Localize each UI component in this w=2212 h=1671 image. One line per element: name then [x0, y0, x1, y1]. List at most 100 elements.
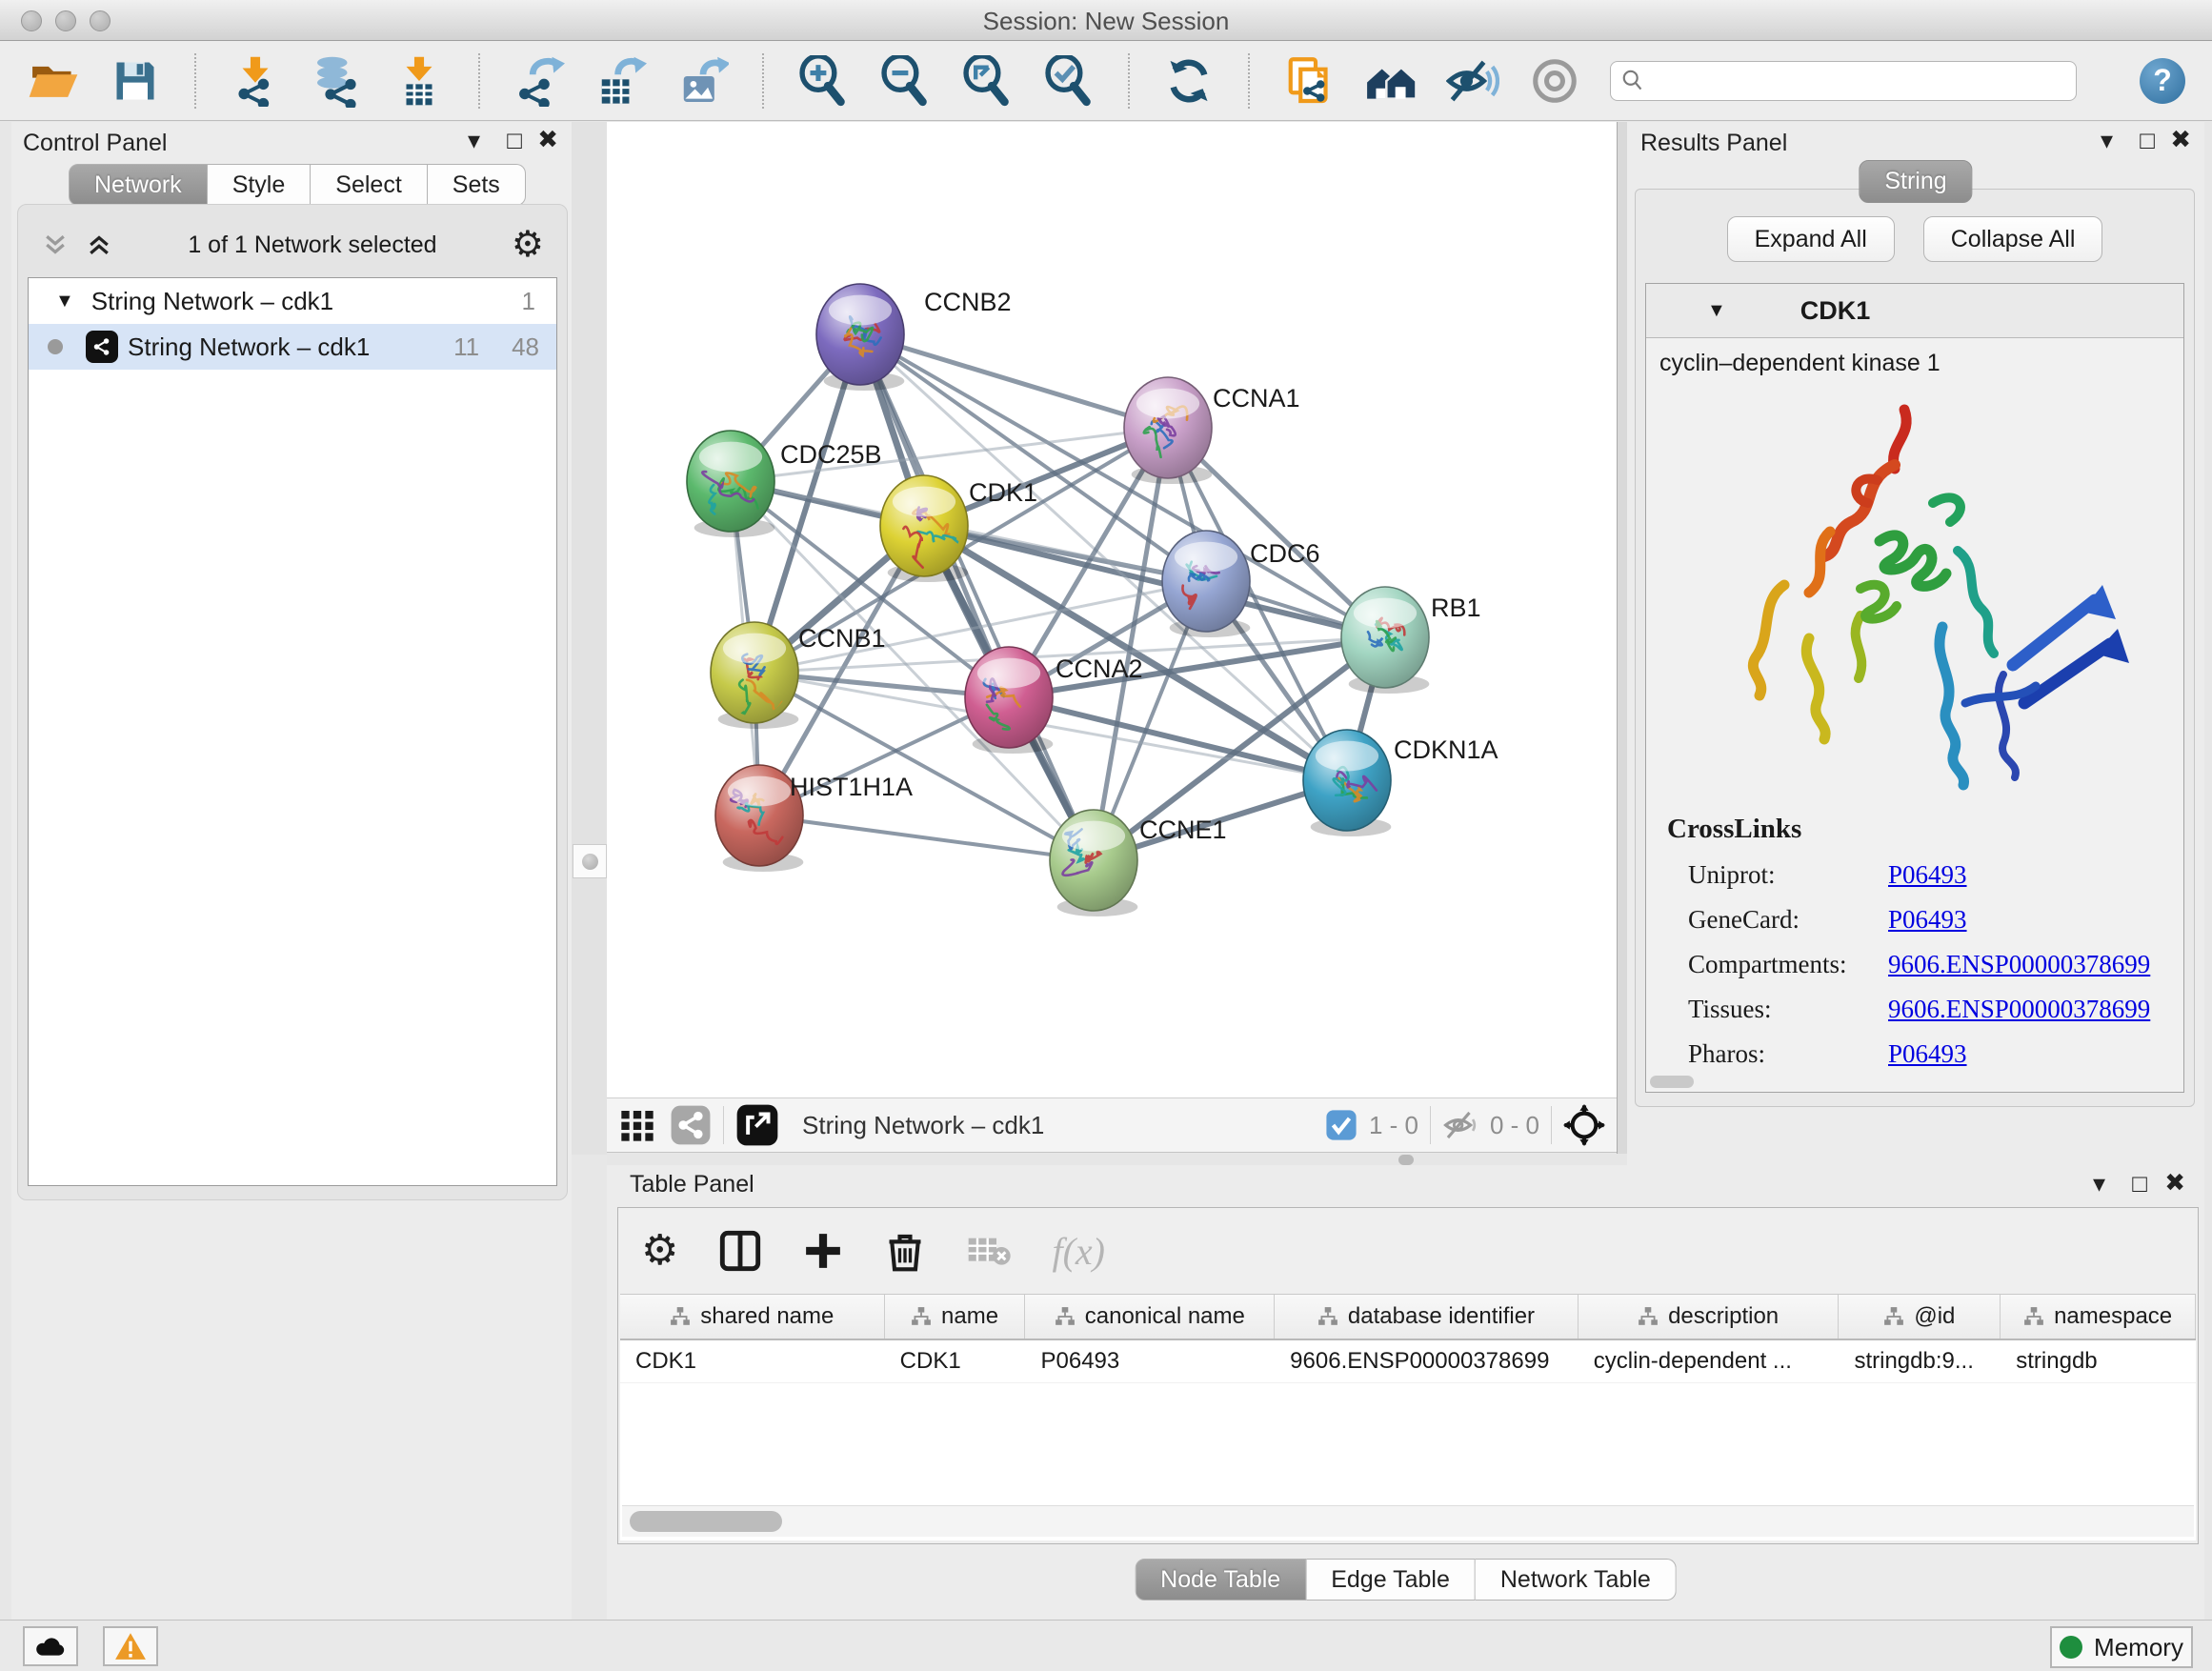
table-cell[interactable]: CDK1: [620, 1340, 885, 1382]
column-header-namespace[interactable]: namespace: [2001, 1295, 2196, 1339]
tab-network-table[interactable]: Network Table: [1476, 1559, 1677, 1601]
tab-edge-table[interactable]: Edge Table: [1306, 1559, 1476, 1601]
warning-status-button[interactable]: [103, 1626, 158, 1666]
crosslink-value-link[interactable]: P06493: [1888, 860, 1967, 890]
clone-network-button[interactable]: [1282, 54, 1336, 108]
node-CCNB1[interactable]: [711, 622, 798, 729]
node-CCNA2[interactable]: [965, 647, 1053, 754]
expand-all-button[interactable]: Expand All: [1727, 216, 1895, 262]
column-type-icon: [670, 1306, 691, 1327]
delete-column-trash-icon[interactable]: [884, 1230, 926, 1272]
edge-CCNB2-CCNA1[interactable]: [860, 334, 1168, 428]
control-panel-close-icon[interactable]: ✖: [537, 127, 558, 151]
table-panel-menu-icon[interactable]: ▾: [2093, 1171, 2105, 1196]
results-scrollbar-thumb[interactable]: [1650, 1076, 1694, 1088]
table-cell[interactable]: cyclin-dependent ...: [1579, 1340, 1840, 1382]
create-column-plus-icon[interactable]: [802, 1230, 844, 1272]
table-panel-close-icon[interactable]: ✖: [2164, 1170, 2185, 1195]
hide-unhide-button[interactable]: [1446, 54, 1499, 108]
tab-select[interactable]: Select: [311, 164, 427, 206]
open-session-button[interactable]: [27, 54, 80, 108]
column-header-name[interactable]: name: [885, 1295, 1026, 1339]
node-RB1[interactable]: [1341, 587, 1429, 694]
show-columns-icon[interactable]: [718, 1229, 762, 1273]
tab-network[interactable]: Network: [69, 164, 208, 206]
node-CCNE1[interactable]: [1050, 810, 1137, 916]
save-session-button[interactable]: [109, 54, 162, 108]
export-network-button[interactable]: [513, 54, 566, 108]
collapse-all-icon[interactable]: [41, 231, 70, 259]
zoom-in-button[interactable]: [796, 54, 850, 108]
crosslink-value-link[interactable]: P06493: [1888, 1039, 1967, 1069]
left-splitter[interactable]: [572, 122, 607, 1155]
crosslink-value-link[interactable]: 9606.ENSP00000378699: [1888, 950, 2150, 979]
table-hscrollbar-thumb[interactable]: [630, 1511, 782, 1532]
import-network-from-database-button[interactable]: [311, 54, 364, 108]
table-row[interactable]: CDK1CDK1P064939606.ENSP00000378699cyclin…: [620, 1340, 2196, 1383]
refresh-layout-button[interactable]: [1162, 54, 1216, 108]
string-network-view[interactable]: CCNB2CCNA1CDC25BCDK1CDC6RB1CCNB1CCNA2CDK…: [607, 122, 1617, 1097]
import-table-button[interactable]: [392, 54, 446, 108]
results-panel-menu-icon[interactable]: ▾: [2101, 128, 2113, 152]
node-label-CCNB2: CCNB2: [924, 288, 1012, 316]
table-cell[interactable]: stringdb: [2001, 1340, 2196, 1382]
edge-CCNE1-HIST1H1A[interactable]: [759, 815, 1094, 860]
cloud-status-button[interactable]: [23, 1626, 78, 1666]
tab-sets[interactable]: Sets: [428, 164, 526, 206]
results-panel-float-icon[interactable]: □: [2140, 128, 2155, 152]
open-in-window-icon[interactable]: [735, 1103, 779, 1147]
control-panel-float-icon[interactable]: □: [507, 128, 522, 152]
memory-button[interactable]: Memory: [2050, 1626, 2193, 1668]
tree-expand-icon[interactable]: ▼: [55, 291, 74, 312]
table-hscrollbar[interactable]: [622, 1505, 2194, 1537]
column-header-database-identifier[interactable]: database identifier: [1275, 1295, 1579, 1339]
table-cell[interactable]: P06493: [1025, 1340, 1275, 1382]
birds-eye-view-icon[interactable]: [670, 1104, 712, 1146]
column-header--id[interactable]: @id: [1839, 1295, 2001, 1339]
column-header-description[interactable]: description: [1579, 1295, 1840, 1339]
network-edge-count: 48: [512, 332, 539, 362]
control-panel-menu-icon[interactable]: ▾: [468, 128, 480, 152]
export-table-button[interactable]: [594, 54, 648, 108]
left-splitter-handle[interactable]: [573, 844, 607, 878]
search-input[interactable]: [1653, 67, 2066, 95]
results-panel-close-icon[interactable]: ✖: [2170, 127, 2191, 151]
collapse-all-button[interactable]: Collapse All: [1923, 216, 2103, 262]
show-hidden-button[interactable]: [1528, 54, 1581, 108]
show-all-views-button[interactable]: [1364, 54, 1418, 108]
grid-view-icon[interactable]: [618, 1106, 656, 1144]
fit-content-crosshair-icon[interactable]: [1563, 1104, 1605, 1146]
network-row[interactable]: String Network – cdk1 11 48: [29, 324, 556, 370]
export-image-button[interactable]: [676, 54, 730, 108]
table-cell[interactable]: stringdb:9...: [1839, 1340, 2001, 1382]
crosslink-value-link[interactable]: 9606.ENSP00000378699: [1888, 995, 2150, 1024]
network-canvas[interactable]: CCNB2CCNA1CDC25BCDK1CDC6RB1CCNB1CCNA2CDK…: [607, 122, 1617, 1097]
zoom-out-button[interactable]: [878, 54, 932, 108]
node-CCNB2[interactable]: [816, 284, 904, 391]
table-cell[interactable]: 9606.ENSP00000378699: [1275, 1340, 1579, 1382]
table-options-gear-icon[interactable]: ⚙: [641, 1230, 678, 1272]
selected-checkbox-icon[interactable]: [1325, 1109, 1357, 1141]
column-header-shared-name[interactable]: shared name: [620, 1295, 885, 1339]
network-collection-row[interactable]: ▼ String Network – cdk1 1: [29, 278, 556, 324]
horizontal-splitter-handle[interactable]: [1398, 1155, 1414, 1165]
crosslink-value-link[interactable]: P06493: [1888, 905, 1967, 935]
network-options-gear-icon[interactable]: ⚙: [512, 227, 544, 263]
section-collapse-icon[interactable]: ▼: [1707, 300, 1726, 322]
import-network-button[interactable]: [229, 54, 282, 108]
node-CDKN1A[interactable]: [1303, 730, 1391, 836]
node-CCNA1[interactable]: [1124, 377, 1212, 484]
tab-style[interactable]: Style: [208, 164, 312, 206]
table-cell[interactable]: CDK1: [885, 1340, 1026, 1382]
node-CDK1[interactable]: [880, 475, 970, 582]
expand-all-icon[interactable]: [85, 231, 113, 259]
help-button[interactable]: ?: [2140, 58, 2185, 104]
tab-node-table[interactable]: Node Table: [1135, 1559, 1306, 1601]
cdk1-section-header[interactable]: ▼ CDK1: [1646, 284, 2183, 338]
node-CDC25B[interactable]: [687, 431, 774, 537]
table-panel-float-icon[interactable]: □: [2132, 1171, 2147, 1196]
zoom-fit-button[interactable]: [960, 54, 1014, 108]
column-header-canonical-name[interactable]: canonical name: [1025, 1295, 1275, 1339]
tab-string[interactable]: String: [1859, 160, 1972, 203]
zoom-selected-button[interactable]: [1042, 54, 1096, 108]
